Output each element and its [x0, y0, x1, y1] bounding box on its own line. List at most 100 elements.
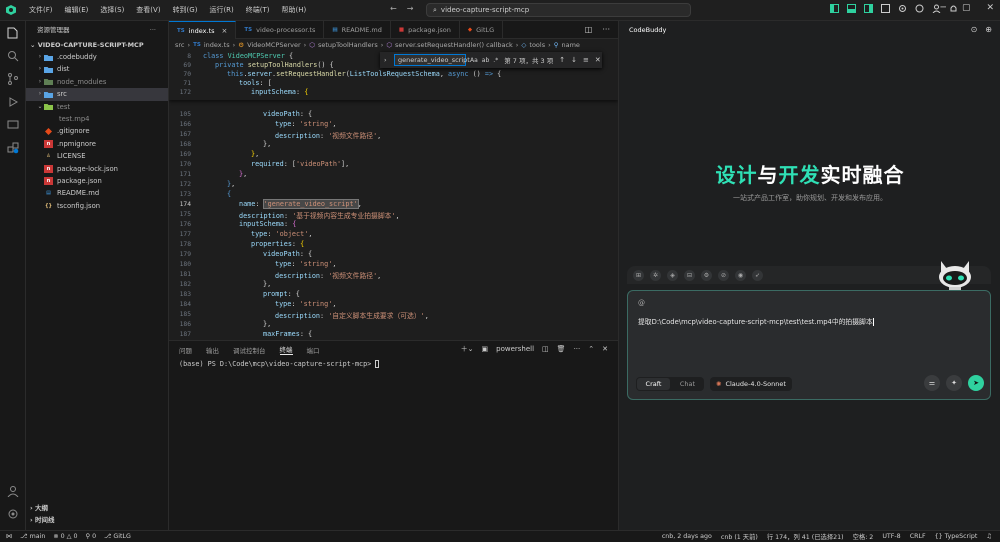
breadcrumb-item[interactable]: server.setRequestHandler() callback	[395, 39, 513, 51]
code-editor[interactable]: 105 videoPath: { 166 type: 'string', 167…	[169, 52, 618, 340]
menu-file[interactable]: 文件(F)	[23, 0, 59, 21]
notifications-bell-icon[interactable]: ♫	[986, 533, 992, 540]
more-actions-icon[interactable]: ···	[602, 25, 610, 34]
tab-problems[interactable]: 问题	[179, 345, 192, 355]
new-terminal-plus-icon[interactable]: ＋⌄	[461, 344, 474, 354]
command-center-search[interactable]: ⌕ video-capture-script-mcp	[426, 3, 691, 17]
tree-item-src[interactable]: › src	[26, 88, 168, 101]
maximize-panel-icon[interactable]: ⌃	[588, 345, 594, 353]
back-arrow-icon[interactable]: ←	[390, 4, 397, 13]
run-debug-icon[interactable]	[6, 95, 20, 109]
mode-chat[interactable]: Chat	[671, 378, 704, 390]
workspace-root[interactable]: ⌄ VIDEO-CAPTURE-SCRIPT-MCP	[26, 39, 168, 51]
menu-run[interactable]: 运行(R)	[203, 0, 239, 21]
layout-secondary-icon[interactable]	[864, 4, 873, 13]
history-icon[interactable]: ⊙	[971, 25, 978, 34]
trash-icon[interactable]: 🗑	[557, 345, 566, 353]
codebuddy-tab[interactable]: CodeBuddy	[629, 26, 666, 34]
tool-icon[interactable]: ⚙	[701, 269, 712, 281]
close-tab-icon[interactable]: ×	[222, 27, 228, 35]
chat-message-input[interactable]: 提取D:\Code\mcp\video-capture-script-mcp\t…	[638, 316, 874, 326]
tab-ports[interactable]: 端口	[307, 345, 320, 355]
preview-eye-icon[interactable]: ◉	[735, 269, 746, 281]
remote-indicator-icon[interactable]: ⋈	[6, 533, 12, 540]
tree-item-tsconfig[interactable]: {} tsconfig.json	[26, 200, 168, 212]
chevron-right-icon[interactable]: ›	[384, 56, 387, 64]
tree-item-package-lock[interactable]: n package-lock.json	[26, 163, 168, 175]
attach-file-icon[interactable]: ⊞	[633, 269, 644, 281]
tab-readme[interactable]: ▤ README.md	[324, 21, 391, 39]
extension-icon[interactable]	[915, 4, 924, 13]
template-icon[interactable]: ⊟	[684, 269, 695, 281]
git-author-info[interactable]: cnb (1 天前)	[721, 532, 758, 541]
breadcrumb-item[interactable]: name	[561, 39, 579, 51]
problems-indicator[interactable]: ⊗ 0 △ 0	[53, 533, 77, 540]
model-selector[interactable]: ✺ Claude-4.0-Sonnet	[710, 377, 792, 391]
more-actions-icon[interactable]: ···	[574, 345, 581, 353]
tab-gitlg[interactable]: ◆ GitLG	[460, 21, 504, 39]
maximize-icon[interactable]: ▢	[962, 3, 971, 13]
split-terminal-icon[interactable]: ◫	[542, 345, 549, 353]
indentation[interactable]: 空格: 2	[853, 532, 874, 541]
tab-debug-console[interactable]: 调试控制台	[233, 345, 266, 355]
settings-icon[interactable]: ✲	[650, 269, 661, 281]
find-input[interactable]: generate_video_script	[394, 54, 470, 66]
menu-view[interactable]: 查看(V)	[130, 0, 166, 21]
tree-item-codebuddy[interactable]: › .codebuddy	[26, 51, 168, 63]
settings-gear-icon[interactable]	[898, 4, 907, 13]
menu-terminal[interactable]: 终端(T)	[240, 0, 276, 21]
tree-item-npmignore[interactable]: n .npmignore	[26, 138, 168, 150]
breadcrumb-item[interactable]: setupToolHandlers	[318, 39, 378, 51]
shell-name[interactable]: powershell	[496, 345, 534, 353]
extensions-icon[interactable]	[6, 141, 20, 155]
ports-indicator[interactable]: ⚲ 0	[85, 533, 96, 540]
breadcrumb-item[interactable]: VideoMCPServer	[247, 39, 301, 51]
tree-item-license[interactable]: ♙ LICENSE	[26, 150, 168, 162]
customize-layout-icon[interactable]	[881, 4, 890, 13]
outline-section[interactable]: › 大纲	[26, 502, 169, 514]
mode-craft[interactable]: Craft	[637, 378, 670, 390]
next-match-arrow-icon[interactable]: ↓	[571, 56, 577, 64]
more-actions-icon[interactable]: ···	[150, 21, 156, 39]
figma-icon[interactable]: ◈	[667, 269, 678, 281]
line-ending[interactable]: CRLF	[910, 533, 926, 540]
menu-edit[interactable]: 编辑(E)	[59, 0, 95, 21]
forward-arrow-icon[interactable]: →	[407, 4, 414, 13]
accounts-icon[interactable]	[6, 484, 20, 498]
source-control-icon[interactable]	[6, 72, 20, 86]
enhance-sparkle-icon[interactable]: ✦	[946, 375, 962, 391]
tab-index-ts[interactable]: TS index.ts ×	[169, 21, 237, 39]
branch-indicator[interactable]: ⎇ main	[20, 533, 45, 540]
rocket-icon[interactable]: ➶	[752, 269, 763, 281]
new-chat-plus-icon[interactable]: ⊕	[985, 25, 992, 34]
tab-package-json[interactable]: ■ package.json	[391, 21, 460, 39]
previous-match-arrow-icon[interactable]: ↑	[559, 56, 565, 64]
close-panel-icon[interactable]: ✕	[602, 345, 608, 353]
split-editor-icon[interactable]: ◫	[585, 25, 593, 34]
regex-toggle[interactable]: .*	[493, 57, 498, 64]
tree-item-package-json[interactable]: n package.json	[26, 175, 168, 187]
encoding[interactable]: UTF-8	[882, 533, 900, 540]
breadcrumb-item[interactable]: tools	[529, 39, 545, 51]
tree-item-gitignore[interactable]: .gitignore	[26, 125, 168, 137]
layout-sidebar-icon[interactable]	[830, 4, 839, 13]
at-mention-icon[interactable]: @	[638, 299, 645, 307]
breadcrumb-item[interactable]: src	[175, 39, 185, 51]
tree-item-readme[interactable]: ▤ README.md	[26, 187, 168, 199]
language-mode[interactable]: {} TypeScript	[935, 533, 978, 540]
find-in-selection-icon[interactable]: ≡	[583, 56, 589, 64]
explorer-files-icon[interactable]	[6, 26, 20, 40]
timeline-section[interactable]: › 时间线	[26, 514, 169, 526]
send-button[interactable]: ➤	[968, 375, 984, 391]
breadcrumb-item[interactable]: index.ts	[204, 39, 230, 51]
tab-terminal[interactable]: 终端	[279, 344, 293, 355]
cursor-position[interactable]: 行 174，列 41 (已选择21)	[767, 532, 844, 541]
tree-item-test[interactable]: ⌄ test	[26, 101, 168, 113]
match-case-toggle[interactable]: Aa	[470, 57, 478, 64]
menu-go[interactable]: 转到(G)	[167, 0, 204, 21]
match-word-toggle[interactable]: ab	[482, 57, 490, 64]
terminal-output[interactable]: (base) PS D:\Code\mcp\video-capture-scri…	[169, 360, 618, 368]
tree-item-test-mp4[interactable]: test.mp4	[26, 113, 168, 125]
menu-help[interactable]: 帮助(H)	[276, 0, 313, 21]
tab-output[interactable]: 输出	[206, 345, 219, 355]
